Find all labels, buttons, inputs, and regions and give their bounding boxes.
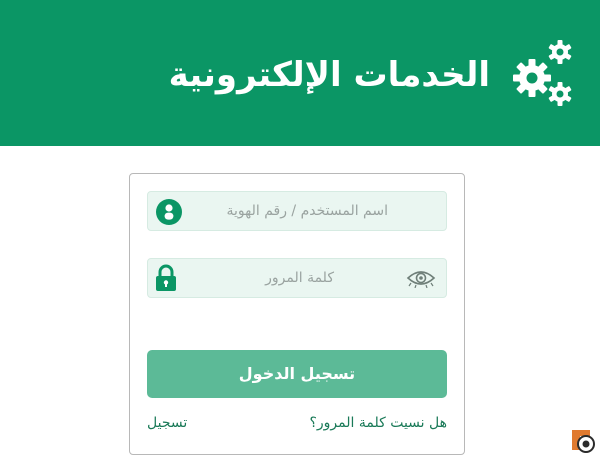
eye-icon[interactable] xyxy=(406,268,436,288)
username-field[interactable]: اسم المستخدم / رقم الهوية xyxy=(147,191,447,231)
corner-logo-icon xyxy=(572,430,595,453)
username-placeholder: اسم المستخدم / رقم الهوية xyxy=(226,203,389,219)
password-placeholder: كلمة المرور xyxy=(265,270,334,286)
lock-icon xyxy=(156,264,176,291)
gears-icon xyxy=(513,40,572,106)
register-link[interactable]: تسجيل xyxy=(147,414,187,432)
password-field[interactable]: كلمة المرور xyxy=(147,258,447,298)
login-card: اسم المستخدم / رقم الهوية كلمة المرور تس… xyxy=(129,173,465,455)
page-title: الخدمات الإلكترونية xyxy=(168,55,490,95)
page-header: الخدمات الإلكترونية xyxy=(0,0,600,146)
login-button[interactable]: تسجيل الدخول xyxy=(147,350,447,398)
user-icon xyxy=(156,199,182,225)
forgot-password-link[interactable]: هل نسيت كلمة المرور؟ xyxy=(309,414,447,432)
